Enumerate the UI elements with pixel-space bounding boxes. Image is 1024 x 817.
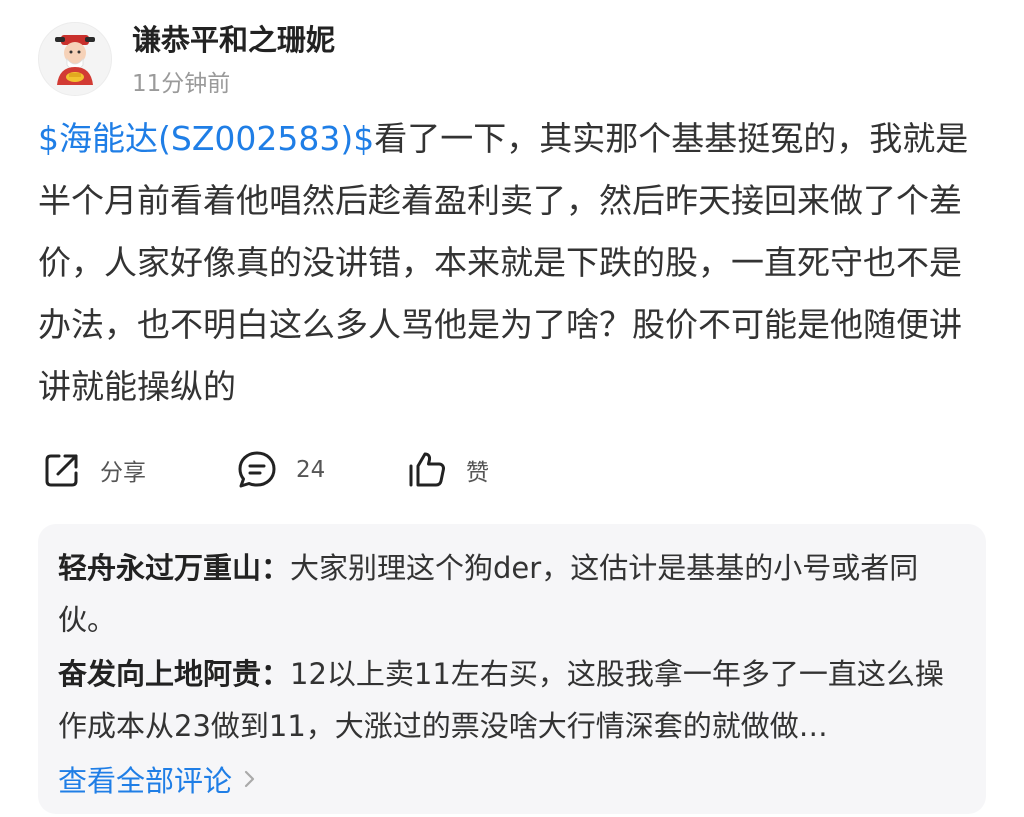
comments-panel: 轻舟永过万重山：大家别理这个狗der，这估计是基基的小号或者同伙。 奋发向上地阿… (38, 524, 986, 814)
like-label: 赞 (466, 460, 489, 486)
author-name[interactable]: 谦恭平和之珊妮 (132, 22, 335, 58)
share-button[interactable]: 分享 (42, 446, 146, 494)
share-label: 分享 (100, 460, 146, 486)
fortune-god-avatar-icon (39, 23, 111, 95)
post-time: 11分钟前 (132, 71, 231, 97)
post-text: 看了一下，其实那个基基挺冤的，我就是半个月前看着他唱然后趁着盈利卖了，然后昨天接… (38, 119, 969, 406)
avatar[interactable] (38, 22, 112, 96)
stock-tag-link[interactable]: $海能达(SZ002583)$ (38, 119, 374, 158)
comment-item[interactable]: 轻舟永过万重山：大家别理这个狗der，这估计是基基的小号或者同伙。 (58, 542, 966, 646)
comment-button[interactable]: 24 (236, 446, 325, 494)
view-all-comments-link[interactable]: 查看全部评论 (58, 754, 256, 804)
post-body: $海能达(SZ002583)$看了一下，其实那个基基挺冤的，我就是半个月前看着他… (38, 108, 994, 418)
action-bar: 分享 24 赞 (38, 446, 638, 494)
commenter-name[interactable]: 轻舟永过万重山： (58, 551, 290, 585)
like-button[interactable]: 赞 (406, 446, 489, 494)
post-header: 谦恭平和之珊妮 11分钟前 (38, 22, 978, 102)
view-all-label: 查看全部评论 (58, 764, 233, 798)
comment-count: 24 (296, 457, 326, 483)
comment-icon (238, 451, 276, 488)
share-icon (45, 454, 78, 487)
commenter-name[interactable]: 奋发向上地阿贵： (58, 657, 290, 691)
thumbs-up-icon (409, 452, 445, 487)
chevron-right-icon (244, 770, 255, 788)
comment-item[interactable]: 奋发向上地阿贵：12以上卖11左右买，这股我拿一年多了一直这么操作成本从23做到… (58, 648, 966, 752)
